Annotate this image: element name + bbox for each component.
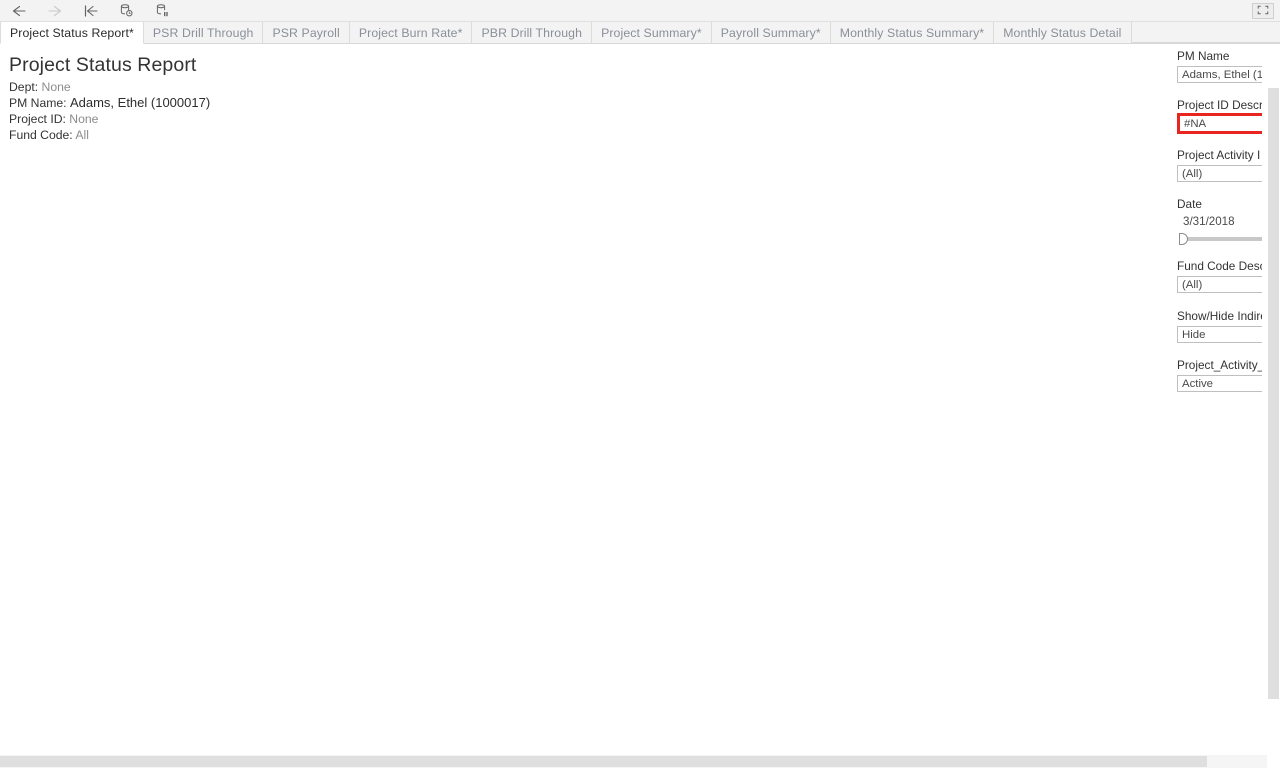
filter-label-date: Date: [1177, 197, 1202, 211]
tab-7[interactable]: Monthly Status Summary*: [830, 22, 995, 43]
meta-row-pm-name: PM Name: Adams, Ethel (1000017): [9, 95, 210, 111]
filter-project-activity-status: Project_Activity_ Active: [1177, 358, 1262, 392]
tab-4[interactable]: PBR Drill Through: [472, 22, 593, 43]
report-canvas: Project Status Report Dept: None PM Name…: [0, 44, 1168, 742]
filter-show-hide-indirect: Show/Hide Indire Hide: [1177, 309, 1262, 343]
meta-row-fund-code: Fund Code: All: [9, 127, 210, 143]
filter-project-activity: Project Activity I (All): [1177, 148, 1262, 182]
filter-dropdown-fund-code-descr[interactable]: (All): [1177, 276, 1262, 293]
filter-value-date: 3/31/2018: [1183, 215, 1235, 228]
tab-5[interactable]: Project Summary*: [592, 22, 712, 43]
meta-value-fund-code: All: [75, 128, 89, 142]
filter-dropdown-pm-name[interactable]: Adams, Ethel (100: [1177, 66, 1262, 83]
filter-pm-name: PM Name Adams, Ethel (100: [1177, 49, 1262, 83]
meta-value-project-id: None: [69, 112, 99, 126]
horizontal-scrollbar-thumb[interactable]: [0, 756, 1207, 767]
pause-button[interactable]: [148, 0, 178, 21]
filter-dropdown-project-activity[interactable]: (All): [1177, 165, 1262, 182]
fullscreen-icon: [1257, 2, 1269, 20]
tab-2[interactable]: PSR Payroll: [263, 22, 350, 43]
tab-strip-filler: [1131, 22, 1280, 43]
vertical-scrollbar-thumb[interactable]: [1268, 88, 1279, 699]
fullscreen-button[interactable]: [1252, 3, 1274, 19]
refresh-data-icon: [118, 3, 136, 19]
filter-fund-code-descr: Fund Code Descr (All): [1177, 259, 1262, 293]
arrow-left-icon: [10, 4, 28, 18]
slider-handle[interactable]: [1179, 233, 1188, 245]
toolbar: [0, 0, 1280, 22]
tab-8[interactable]: Monthly Status Detail: [994, 22, 1132, 43]
pause-auto-updates-icon: [154, 3, 172, 19]
meta-value-pm-name: Adams, Ethel (1000017): [69, 95, 211, 110]
filter-label-pm-name: PM Name: [1177, 49, 1230, 63]
tab-strip: Project Status Report* PSR Drill Through P…: [0, 22, 1280, 44]
tab-6[interactable]: Payroll Summary*: [711, 22, 831, 43]
meta-label-fund-code: Fund Code:: [9, 128, 73, 142]
tableau-viz-window: Project Status Report* PSR Drill Through P…: [0, 0, 1280, 768]
refresh-button[interactable]: [112, 0, 142, 21]
meta-label-pm-name: PM Name:: [9, 96, 67, 110]
filter-label-show-hide-indirect: Show/Hide Indire: [1177, 309, 1262, 323]
report-meta: Dept: None PM Name: Adams, Ethel (100001…: [9, 79, 210, 143]
meta-label-dept: Dept:: [9, 80, 39, 94]
back-button[interactable]: [4, 0, 34, 21]
page-title: Project Status Report: [9, 54, 197, 76]
meta-row-dept: Dept: None: [9, 79, 210, 95]
slider-track[interactable]: [1183, 237, 1262, 241]
revert-button[interactable]: [76, 0, 106, 21]
filter-label-project-activity: Project Activity I: [1177, 148, 1261, 162]
filter-dropdown-project-id-descr[interactable]: #NA: [1177, 113, 1262, 134]
tab-1[interactable]: PSR Drill Through: [143, 22, 264, 43]
canvas-bottom-gap: [0, 742, 1280, 755]
filter-dropdown-project-activity-status[interactable]: Active: [1177, 375, 1262, 392]
horizontal-scrollbar-track[interactable]: [0, 755, 1280, 768]
filter-panel: PM Name Adams, Ethel (100 Project ID Descr…: [1168, 44, 1262, 742]
scrollbar-corner: [1267, 755, 1280, 768]
filter-dropdown-show-hide-indirect[interactable]: Hide: [1177, 326, 1262, 343]
filter-label-fund-code-descr: Fund Code Descr: [1177, 259, 1262, 273]
arrow-right-icon: [46, 4, 64, 18]
filter-label-project-activity-status: Project_Activity_: [1177, 358, 1262, 372]
forward-button[interactable]: [40, 0, 70, 21]
tab-3[interactable]: Project Burn Rate*: [349, 22, 473, 43]
filter-label-project-id-descr: Project ID Descr: [1177, 98, 1262, 112]
meta-value-dept: None: [41, 80, 71, 94]
meta-row-project-id: Project ID: None: [9, 111, 210, 127]
revert-icon: [82, 4, 100, 18]
tab-0[interactable]: Project Status Report*: [0, 22, 144, 44]
filter-date: Date 3/31/2018: [1177, 197, 1262, 245]
filter-slider-date[interactable]: [1177, 233, 1262, 245]
filter-project-id-descr: Project ID Descr #NA: [1177, 98, 1262, 134]
meta-label-project-id: Project ID:: [9, 112, 66, 126]
vertical-scrollbar-track[interactable]: [1267, 44, 1280, 742]
